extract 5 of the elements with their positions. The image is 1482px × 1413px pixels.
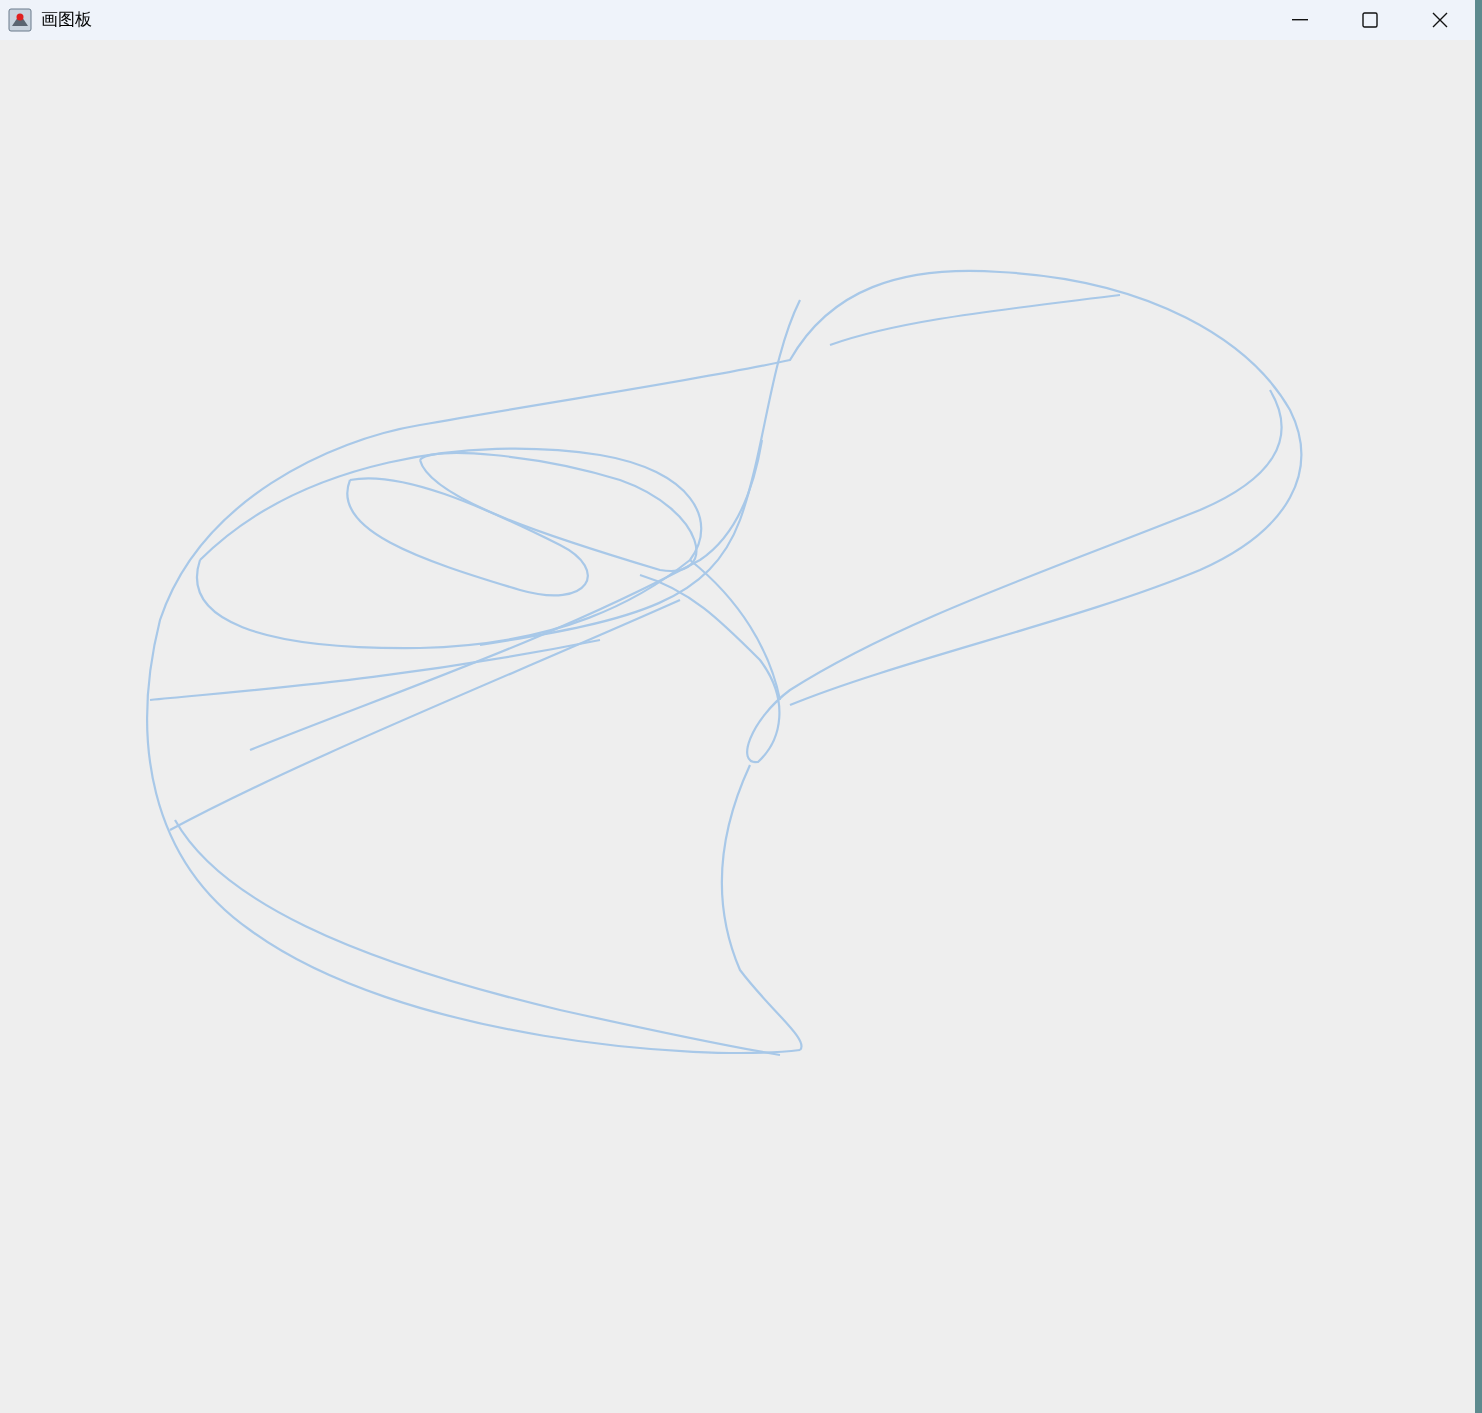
maximize-icon bbox=[1362, 12, 1378, 28]
close-icon bbox=[1432, 12, 1448, 28]
app-icon bbox=[8, 8, 32, 32]
minimize-icon bbox=[1292, 19, 1308, 21]
window-title: 画图板 bbox=[41, 9, 92, 32]
